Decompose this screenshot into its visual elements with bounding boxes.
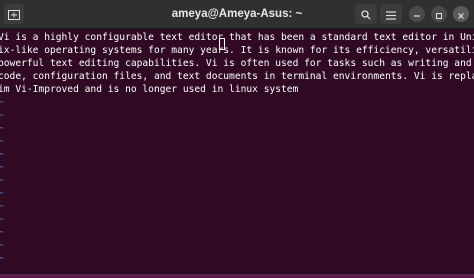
close-button[interactable] xyxy=(450,4,472,24)
empty-line-marker: ~ xyxy=(0,240,4,251)
empty-line-marker: ~ xyxy=(0,227,4,238)
text-cursor xyxy=(219,38,225,50)
empty-line-marker: ~ xyxy=(0,253,4,264)
text-line: code, configuration files, and text docu… xyxy=(0,71,474,82)
text-line: ix-like operating systems for many years… xyxy=(0,45,474,56)
search-icon xyxy=(361,5,371,24)
window-title: ameya@Ameya-Asus: ~ xyxy=(171,8,303,20)
empty-line-marker: ~ xyxy=(0,136,4,147)
maximize-icon xyxy=(435,5,443,24)
empty-line-marker: ~ xyxy=(0,188,4,199)
search-button[interactable] xyxy=(355,4,377,24)
empty-line-marker: ~ xyxy=(0,123,4,134)
status-line xyxy=(0,274,474,278)
maximize-button[interactable] xyxy=(428,4,450,24)
terminal-window: ameya@Ameya-Asus: ~ Vi is a highly confi… xyxy=(0,0,474,278)
title-bar: ameya@Ameya-Asus: ~ xyxy=(0,0,474,29)
empty-line-marker: ~ xyxy=(0,110,4,121)
close-icon xyxy=(457,5,465,24)
text-line: Vi is a highly configurable text editor … xyxy=(0,32,474,43)
empty-line-marker: ~ xyxy=(0,175,4,186)
hamburger-menu-icon xyxy=(386,5,396,24)
empty-line-marker: ~ xyxy=(0,162,4,173)
minimize-icon xyxy=(413,5,421,24)
empty-line-marker: ~ xyxy=(0,201,4,212)
text-line: im Vi-Improved and is no longer used in … xyxy=(0,84,299,95)
empty-line-marker: ~ xyxy=(0,97,4,108)
menu-button[interactable] xyxy=(380,4,402,24)
terminal-content[interactable]: Vi is a highly configurable text editor … xyxy=(0,29,474,278)
minimize-button[interactable] xyxy=(406,4,428,24)
text-line: powerful text editing capabilities. Vi i… xyxy=(0,58,474,69)
empty-line-marker: ~ xyxy=(0,149,4,160)
empty-line-marker: ~ xyxy=(0,214,4,225)
